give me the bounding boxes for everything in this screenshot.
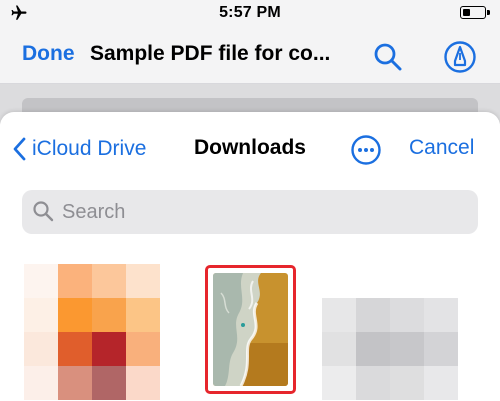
status-time: 5:57 PM bbox=[219, 4, 281, 21]
file-picker-sheet: iCloud Drive Downloads Cancel Search bbox=[0, 112, 500, 401]
pixelated-image bbox=[322, 298, 458, 400]
search-placeholder: Search bbox=[62, 201, 126, 223]
search-input[interactable]: Search bbox=[22, 190, 478, 234]
pdf-viewer-nav-bar: Done Sample PDF file for co... bbox=[0, 28, 500, 84]
markup-icon[interactable] bbox=[443, 40, 477, 74]
file-thumbnail-selected[interactable] bbox=[205, 265, 296, 394]
search-icon bbox=[33, 201, 54, 222]
document-title: Sample PDF file for co... bbox=[90, 42, 331, 65]
file-thumbnail[interactable] bbox=[322, 298, 458, 400]
battery-icon bbox=[460, 6, 490, 19]
search-icon[interactable] bbox=[372, 41, 404, 73]
status-bar: 5:57 PM bbox=[0, 0, 500, 28]
done-button[interactable]: Done bbox=[22, 42, 75, 66]
cancel-button[interactable]: Cancel bbox=[409, 136, 474, 160]
pixelated-image bbox=[24, 264, 160, 400]
ellipsis-circle-icon[interactable] bbox=[350, 134, 382, 166]
file-thumbnail[interactable] bbox=[24, 264, 160, 400]
beach-image bbox=[213, 273, 288, 386]
